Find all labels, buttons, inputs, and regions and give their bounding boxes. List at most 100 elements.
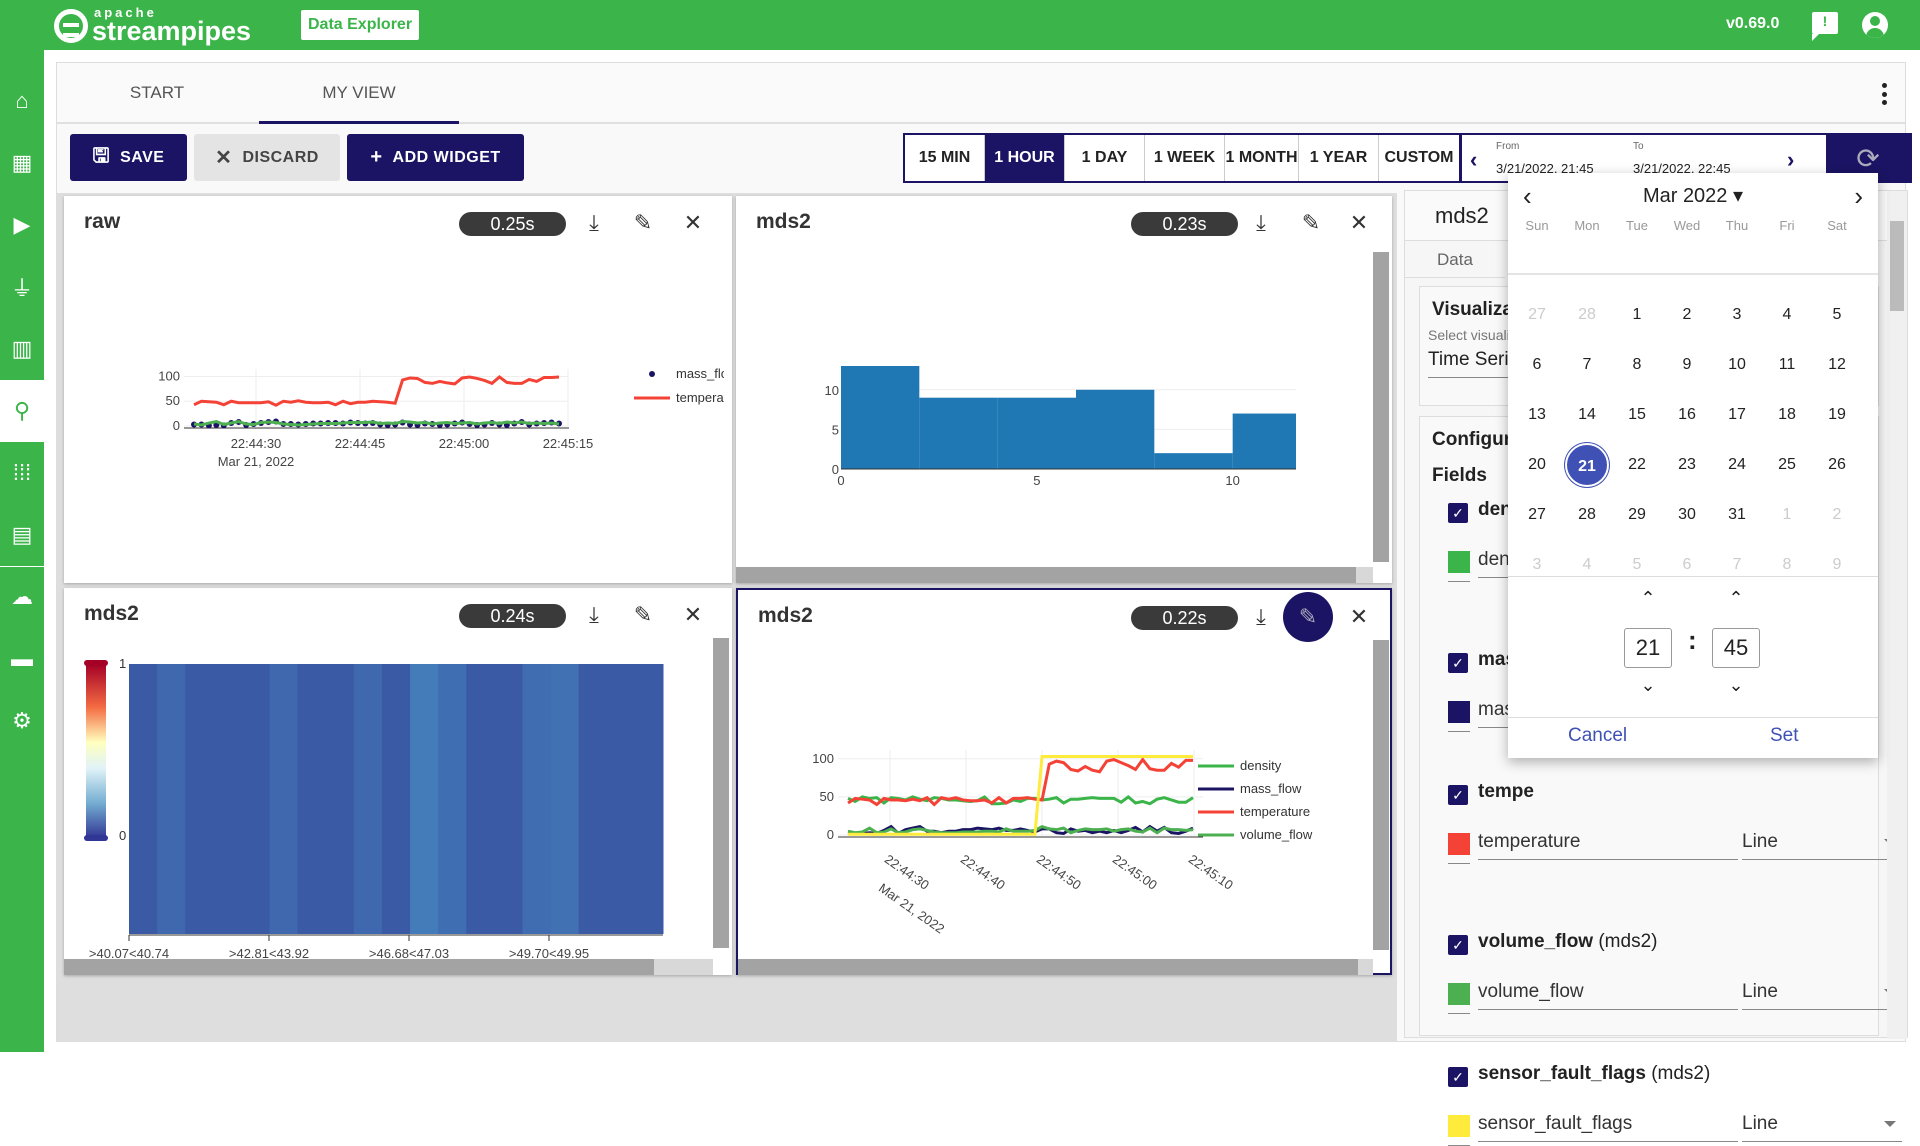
- mds2-timeseries-chart[interactable]: 05010022:44:30Mar 21, 202222:44:40 22:44:…: [778, 750, 1363, 950]
- calendar-day[interactable]: 23: [1662, 443, 1712, 487]
- series-type-select[interactable]: Line: [1742, 831, 1902, 860]
- vertical-scrollbar[interactable]: [1373, 640, 1389, 950]
- account-icon[interactable]: [1862, 12, 1888, 38]
- sidebar-item-bar-chart[interactable]: ▥: [0, 318, 44, 380]
- save-button[interactable]: 🖫 SAVE: [70, 134, 187, 181]
- cancel-button[interactable]: Cancel: [1568, 725, 1627, 747]
- horizontal-scrollbar[interactable]: [736, 567, 1356, 583]
- calendar-day[interactable]: 2: [1812, 493, 1862, 537]
- raw-timeseries-chart[interactable]: 0 50 100 22:44:30 Mar 21, 2022 22:44:45 22:45:…: [124, 346, 724, 496]
- feedback-icon[interactable]: [1812, 12, 1838, 41]
- calendar-day[interactable]: 7: [1712, 543, 1762, 587]
- streampipes-logo[interactable]: apache streampipes: [54, 6, 251, 45]
- tab-my-view[interactable]: MY VIEW: [259, 63, 459, 124]
- sidebar-item-dashboard[interactable]: ▦: [0, 132, 44, 194]
- horizontal-scrollbar[interactable]: [738, 959, 1358, 975]
- close-icon[interactable]: ✕: [1344, 208, 1374, 238]
- series-type-select[interactable]: Line: [1742, 981, 1902, 1010]
- calendar-day[interactable]: 9: [1812, 543, 1862, 587]
- calendar-day[interactable]: 4: [1562, 543, 1612, 587]
- vertical-scrollbar[interactable]: [1373, 252, 1389, 562]
- field-checkbox[interactable]: ✓: [1448, 1067, 1468, 1087]
- sidebar-item-folder[interactable]: ▬: [0, 628, 44, 690]
- sidebar-item-notification[interactable]: ▤: [0, 504, 44, 566]
- range-1-day[interactable]: 1 DAY: [1065, 135, 1145, 181]
- calendar-day[interactable]: 5: [1812, 293, 1862, 337]
- set-button[interactable]: Set: [1770, 725, 1799, 747]
- calendar-day[interactable]: 27: [1512, 493, 1562, 537]
- calendar-day[interactable]: 27: [1512, 293, 1562, 337]
- calendar-day[interactable]: 19: [1812, 393, 1862, 437]
- discard-button[interactable]: ✕ DISCARD: [194, 134, 340, 181]
- histogram-chart[interactable]: 05100 5 10: [796, 356, 1296, 516]
- tab-start[interactable]: START: [57, 63, 257, 124]
- chevron-left-icon[interactable]: ‹: [1470, 147, 1477, 173]
- range-1-hour[interactable]: 1 HOUR: [985, 135, 1065, 181]
- calendar-day[interactable]: 11: [1762, 343, 1812, 387]
- calendar-day[interactable]: 8: [1612, 343, 1662, 387]
- calendar-day[interactable]: 14: [1562, 393, 1612, 437]
- calendar-day[interactable]: 25: [1762, 443, 1812, 487]
- series-name-input[interactable]: sensor_fault_flags: [1478, 1113, 1738, 1142]
- edit-icon[interactable]: ✎: [1283, 592, 1333, 642]
- download-icon[interactable]: ⤓: [1246, 602, 1276, 632]
- sidebar-item-play[interactable]: ▶: [0, 194, 44, 256]
- color-swatch[interactable]: [1448, 833, 1470, 855]
- series-name-input[interactable]: temperature: [1478, 831, 1738, 860]
- calendar-day[interactable]: 18: [1762, 393, 1812, 437]
- calendar-day-selected[interactable]: 21: [1562, 443, 1612, 487]
- range-custom[interactable]: CUSTOM: [1379, 135, 1459, 181]
- horizontal-scrollbar[interactable]: [64, 959, 654, 975]
- download-icon[interactable]: ⤓: [1246, 208, 1276, 238]
- edit-icon[interactable]: ✎: [628, 208, 658, 238]
- sidebar-item-cloud-download[interactable]: ☁: [0, 566, 44, 628]
- calendar-day[interactable]: 6: [1512, 343, 1562, 387]
- month-year-selector[interactable]: Mar 2022 ▾: [1508, 183, 1878, 208]
- more-vert-icon[interactable]: [1881, 83, 1887, 105]
- series-name-input[interactable]: volume_flow: [1478, 981, 1738, 1010]
- calendar-day[interactable]: 10: [1712, 343, 1762, 387]
- calendar-day[interactable]: 16: [1662, 393, 1712, 437]
- minute-down-icon[interactable]: ⌄: [1712, 675, 1760, 696]
- calendar-day[interactable]: 1: [1612, 293, 1662, 337]
- calendar-day[interactable]: 29: [1612, 493, 1662, 537]
- edit-icon[interactable]: ✎: [1296, 208, 1326, 238]
- sidebar-item-plug[interactable]: ⏚: [0, 256, 44, 318]
- field-checkbox[interactable]: ✓: [1448, 503, 1468, 523]
- tab-data[interactable]: Data: [1405, 242, 1505, 278]
- calendar-day[interactable]: 28: [1562, 493, 1612, 537]
- calendar-day[interactable]: 20: [1512, 443, 1562, 487]
- close-icon[interactable]: ✕: [1344, 602, 1374, 632]
- calendar-day[interactable]: 4: [1762, 293, 1812, 337]
- chevron-right-icon[interactable]: ›: [1787, 147, 1794, 173]
- calendar-day[interactable]: 2: [1662, 293, 1712, 337]
- hour-down-icon[interactable]: ⌄: [1624, 675, 1672, 696]
- calendar-day[interactable]: 30: [1662, 493, 1712, 537]
- color-swatch[interactable]: [1448, 1115, 1470, 1137]
- sidebar-item-home[interactable]: ⌂: [0, 70, 44, 132]
- field-checkbox[interactable]: ✓: [1448, 935, 1468, 955]
- calendar-day[interactable]: 1: [1762, 493, 1812, 537]
- edit-icon[interactable]: ✎: [628, 600, 658, 630]
- color-swatch[interactable]: [1448, 551, 1470, 573]
- panel-scrollbar[interactable]: [1887, 191, 1907, 1039]
- calendar-day[interactable]: 13: [1512, 393, 1562, 437]
- next-month-icon[interactable]: ›: [1854, 181, 1863, 212]
- range-15-min[interactable]: 15 MIN: [905, 135, 985, 181]
- calendar-day[interactable]: 28: [1562, 293, 1612, 337]
- calendar-day[interactable]: 17: [1712, 393, 1762, 437]
- calendar-day[interactable]: 15: [1612, 393, 1662, 437]
- field-checkbox[interactable]: ✓: [1448, 653, 1468, 673]
- calendar-day[interactable]: 3: [1512, 543, 1562, 587]
- calendar-day[interactable]: 24: [1712, 443, 1762, 487]
- calendar-day[interactable]: 3: [1712, 293, 1762, 337]
- series-type-select[interactable]: Line: [1742, 1113, 1902, 1142]
- range-1-month[interactable]: 1 MONTH: [1225, 135, 1299, 181]
- calendar-day[interactable]: 22: [1612, 443, 1662, 487]
- sidebar-item-apps[interactable]: ⁞⁞⁞: [0, 442, 44, 504]
- close-icon[interactable]: ✕: [678, 600, 708, 630]
- range-1-week[interactable]: 1 WEEK: [1145, 135, 1225, 181]
- color-swatch[interactable]: [1448, 701, 1470, 723]
- color-swatch[interactable]: [1448, 983, 1470, 1005]
- calendar-day[interactable]: 12: [1812, 343, 1862, 387]
